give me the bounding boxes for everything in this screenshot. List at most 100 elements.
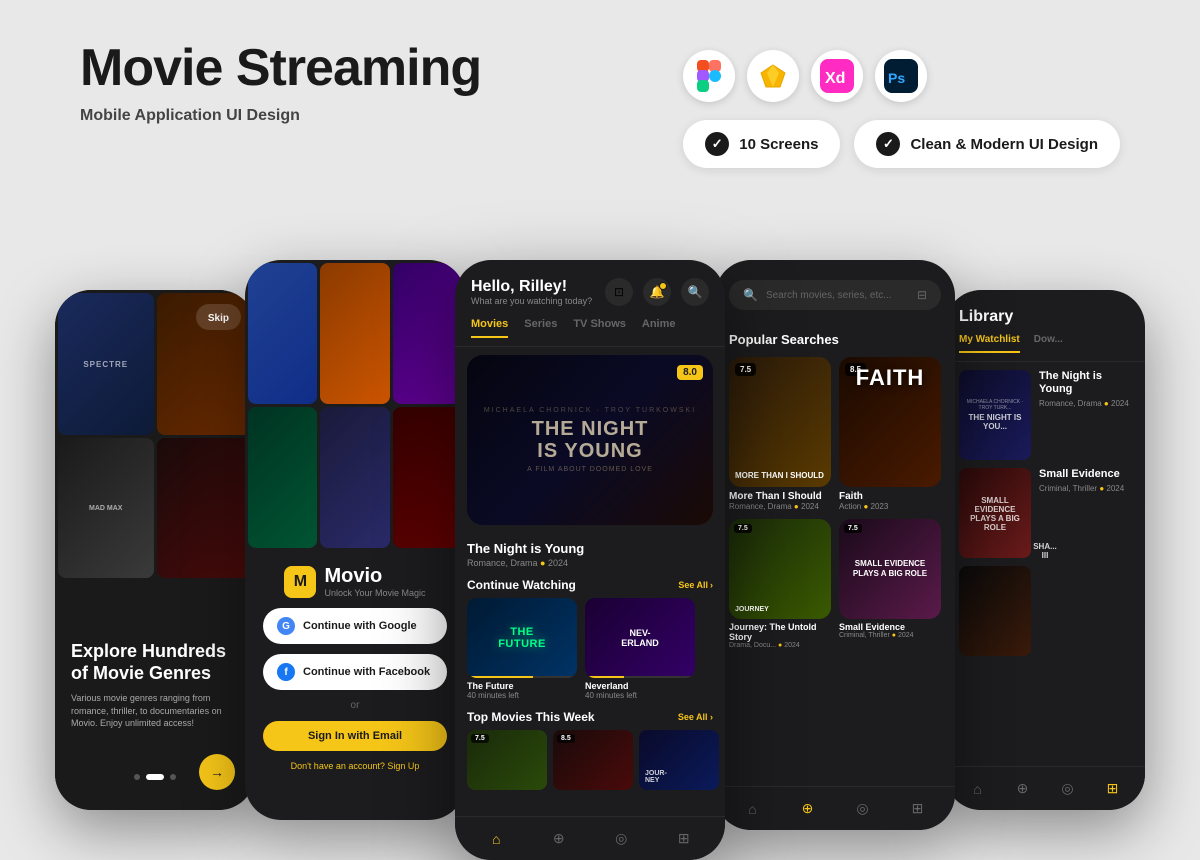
login-collage — [245, 260, 465, 551]
featured-score: 8.0 — [677, 365, 703, 380]
featured-card[interactable]: MICHAELA CHORNICK · TROY TURKOWSKI THE N… — [467, 355, 713, 525]
tab-anime[interactable]: Anime — [642, 318, 676, 338]
movio-name: Movio — [324, 565, 425, 588]
nav-home-s[interactable]: ⌂ — [739, 795, 767, 823]
nav-library[interactable]: ⊞ — [670, 825, 698, 853]
badges-block: Xd Ps ✓ 10 Screens ✓ Clean & Modern UI D… — [683, 40, 1120, 168]
poster-scarface — [157, 438, 253, 578]
signup-link[interactable]: Sign Up — [387, 761, 419, 771]
tab-series[interactable]: Series — [524, 318, 557, 338]
sr-card-1[interactable]: 7.5 MORE THAN I SHOULD — [729, 357, 831, 487]
movio-logo: M Movio Unlock Your Movie Magic — [284, 565, 425, 598]
cw-info-future: The Future 40 minutes left — [467, 681, 577, 700]
nav-search[interactable]: ⊕ — [545, 825, 573, 853]
home-header: Hello, Rilley! What are you watching tod… — [455, 260, 725, 314]
google-login-button[interactable]: G Continue with Google — [263, 608, 447, 644]
dot-3 — [170, 774, 176, 780]
screens-area: Skip SPECTRE MAD MAX Explore Hundreds of… — [0, 260, 1200, 800]
filter-icon[interactable]: ⊟ — [917, 288, 927, 302]
cw-card-future[interactable]: THE FUTURE — [467, 598, 577, 678]
splash-tagline: Explore Hundreds of Movie Genres — [71, 641, 239, 684]
sr-info-2: Faith Action ● 2023 — [839, 491, 941, 511]
screen-home: Hello, Rilley! What are you watching tod… — [455, 260, 725, 860]
collage-3 — [393, 263, 462, 404]
svg-text:Ps: Ps — [888, 70, 905, 86]
check-icon-screens: ✓ — [705, 132, 729, 156]
splash-description: Various movie genres ranging from romanc… — [71, 692, 239, 730]
top-movies-row: 7.5 8.5 JOUR-NEY — [455, 730, 725, 790]
search-more-grid: 7.5 JOURNEY Journey: The Untold Story Dr… — [715, 511, 955, 649]
design-badge: ✓ Clean & Modern UI Design — [854, 120, 1120, 168]
collage-2 — [320, 263, 389, 404]
sr-score-1: 7.5 — [735, 363, 756, 376]
tab-movies[interactable]: Movies — [471, 318, 508, 338]
search-icon[interactable]: 🔍 — [681, 278, 709, 306]
poster-spectre: SPECTRE — [58, 293, 154, 435]
header-section: Movie Streaming Mobile Application UI De… — [80, 40, 1120, 168]
notification-dot — [659, 282, 667, 290]
nav-home-l[interactable]: ⌂ — [964, 775, 992, 803]
cw-progress-future — [467, 676, 577, 678]
page-subtitle: Mobile Application UI Design — [80, 107, 481, 125]
collage-5 — [320, 407, 389, 548]
title-block: Movie Streaming Mobile Application UI De… — [80, 40, 481, 125]
bottom-nav: ⌂ ⊕ ◎ ⊞ — [455, 816, 725, 860]
cw-card-neverland[interactable]: NEV-ERLAND — [585, 598, 695, 678]
notification-icon[interactable]: 🔔 — [643, 278, 671, 306]
search-bar[interactable]: 🔍 Search movies, series, etc... ⊟ — [729, 280, 941, 310]
home-header-icons: ⊡ 🔔 🔍 — [605, 278, 709, 306]
dot-1 — [134, 774, 140, 780]
nav-profile-s[interactable]: ◎ — [849, 795, 877, 823]
tm-card-1[interactable]: 7.5 — [467, 730, 547, 790]
movio-tagline: Unlock Your Movie Magic — [324, 588, 425, 598]
lib-item-3: SHA...III — [959, 566, 1131, 656]
cw-progress-bar-future — [467, 676, 533, 678]
cast-icon[interactable]: ⊡ — [605, 278, 633, 306]
cw-progress-bar-neverland — [585, 676, 624, 678]
login-form: M Movio Unlock Your Movie Magic G Contin… — [245, 551, 465, 785]
cw-item-future: THE FUTURE The Future 40 minutes left — [467, 598, 577, 700]
screen-library: Library My Watchlist Dow... MICHAELA CHO… — [945, 290, 1145, 810]
nav-library-l[interactable]: ⊞ — [1099, 775, 1127, 803]
facebook-login-button[interactable]: f Continue with Facebook — [263, 654, 447, 690]
movio-icon: M — [284, 566, 316, 598]
continue-watching-row: THE FUTURE The Future 40 minutes left NE… — [455, 598, 725, 700]
see-all-tm[interactable]: See All › — [678, 712, 713, 722]
collage-1 — [248, 263, 317, 404]
nav-search-s[interactable]: ⊕ — [794, 795, 822, 823]
library-bottom-nav: ⌂ ⊕ ◎ ⊞ — [945, 766, 1145, 810]
nav-search-l[interactable]: ⊕ — [1009, 775, 1037, 803]
search-header: 🔍 Search movies, series, etc... ⊟ — [715, 260, 955, 332]
cw-info-neverland: Neverland 40 minutes left — [585, 681, 695, 700]
check-icon-design: ✓ — [876, 132, 900, 156]
skip-button[interactable]: Skip — [208, 313, 229, 324]
page-title: Movie Streaming — [80, 40, 481, 97]
xd-icon: Xd — [811, 50, 863, 102]
sm-card-4[interactable]: 7.5 SMALL EVIDENCE PLAYS A BIG ROLE — [839, 519, 941, 619]
tab-tvshows[interactable]: TV Shows — [573, 318, 626, 338]
collage-4 — [248, 407, 317, 548]
see-all-cw[interactable]: See All › — [678, 580, 713, 590]
nav-profile[interactable]: ◎ — [607, 825, 635, 853]
photoshop-icon: Ps — [875, 50, 927, 102]
cw-item-neverland: NEV-ERLAND Neverland 40 minutes left — [585, 598, 695, 700]
sr-card-2[interactable]: 8.5 FAITH — [839, 357, 941, 487]
nav-library-s[interactable]: ⊞ — [904, 795, 932, 823]
search-results-grid: 7.5 MORE THAN I SHOULD More Than I Shoul… — [715, 357, 955, 511]
tm-card-2[interactable]: 8.5 — [553, 730, 633, 790]
featured-title: The Night is Young — [467, 541, 713, 556]
cw-progress-neverland — [585, 676, 695, 678]
sm-card-3[interactable]: 7.5 JOURNEY — [729, 519, 831, 619]
nav-profile-l[interactable]: ◎ — [1054, 775, 1082, 803]
sketch-icon — [747, 50, 799, 102]
email-login-button[interactable]: Sign In with Email — [263, 721, 447, 751]
popular-searches-title: Popular Searches — [715, 332, 955, 347]
screen-login: M Movio Unlock Your Movie Magic G Contin… — [245, 260, 465, 820]
featured-bg: MICHAELA CHORNICK · TROY TURKOWSKI THE N… — [467, 355, 713, 525]
greeting-sub: What are you watching today? — [471, 296, 592, 306]
screens-badge: ✓ 10 Screens — [683, 120, 840, 168]
tm-card-3[interactable]: JOUR-NEY — [639, 730, 719, 790]
next-button[interactable]: → — [199, 754, 235, 790]
home-tabs: Movies Series TV Shows Anime — [455, 314, 725, 347]
nav-home[interactable]: ⌂ — [482, 825, 510, 853]
